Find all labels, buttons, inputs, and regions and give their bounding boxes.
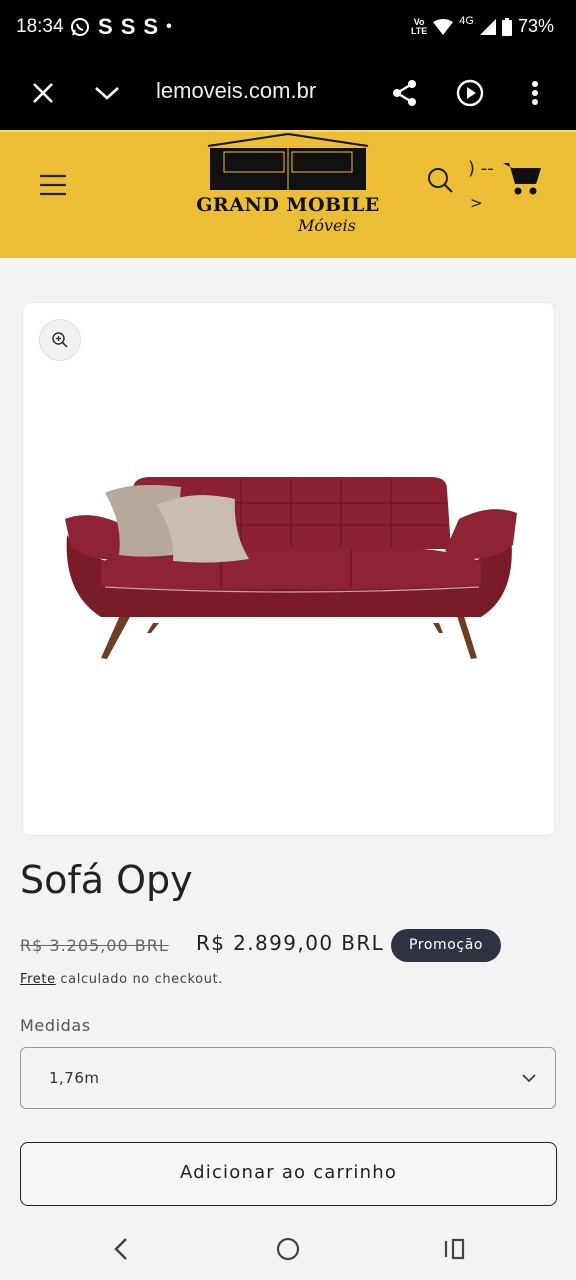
- zoom-button[interactable]: [39, 319, 81, 361]
- status-right-icons: Vo LTE 4G 73%: [410, 14, 554, 37]
- system-nav-bar: [0, 1218, 576, 1280]
- price-row: R$ 3.205,00 BRL R$ 2.899,00 BRL Promoção: [20, 928, 560, 964]
- recent-apps-icon[interactable]: [440, 1234, 470, 1264]
- menu-icon[interactable]: [40, 172, 66, 198]
- notification-s-1: S: [98, 14, 113, 39]
- option-label: Medidas: [20, 1016, 91, 1035]
- url-bar[interactable]: lemoveis.com.br: [156, 78, 316, 104]
- sale-price: R$ 2.899,00 BRL: [196, 931, 385, 955]
- product-title: Sofá Opy: [20, 858, 193, 902]
- signal-icon: [479, 18, 496, 35]
- product-image-card[interactable]: [22, 302, 555, 836]
- add-to-cart-button[interactable]: Adicionar ao carrinho: [20, 1142, 557, 1206]
- shipping-policy-link[interactable]: Frete: [20, 972, 56, 987]
- brand-subtitle: Móveis: [298, 216, 356, 235]
- browser-toolbar: lemoveis.com.br: [0, 56, 576, 130]
- site-header: GRAND MOBILE Móveis ) -- >: [0, 130, 576, 258]
- network-type: 4G: [459, 14, 474, 27]
- shipping-note: Frete calculado no checkout.: [20, 972, 223, 987]
- product-page: Sofá Opy R$ 3.205,00 BRL R$ 2.899,00 BRL…: [0, 258, 576, 1218]
- share-icon[interactable]: [390, 78, 420, 108]
- brand-name: GRAND MOBILE: [196, 194, 380, 216]
- close-icon[interactable]: [28, 78, 58, 108]
- status-time: 18:34: [16, 16, 64, 37]
- cart-glyphs: ) --: [468, 158, 494, 179]
- more-menu-icon[interactable]: [520, 78, 550, 108]
- search-icon[interactable]: [426, 166, 454, 198]
- play-icon[interactable]: [455, 78, 485, 108]
- notification-s-3: S: [143, 14, 159, 39]
- notification-icons: S S S •: [70, 14, 172, 40]
- status-bar: 18:34 S S S • Vo LTE 4G 73%: [0, 0, 576, 56]
- home-icon[interactable]: [273, 1234, 303, 1264]
- regular-price: R$ 3.205,00 BRL: [20, 936, 169, 955]
- notification-dot: •: [166, 18, 172, 35]
- cart-icon[interactable]: [502, 160, 542, 200]
- shipping-text: calculado no checkout.: [55, 972, 223, 987]
- whatsapp-icon: [71, 18, 89, 36]
- battery-icon: [501, 17, 512, 36]
- size-select[interactable]: 1,76m: [20, 1047, 556, 1109]
- battery-level: 73%: [517, 16, 554, 36]
- chevron-down-icon[interactable]: [92, 78, 122, 108]
- zoom-in-icon: [52, 332, 68, 348]
- size-select-value: 1,76m: [49, 1069, 100, 1087]
- sale-badge: Promoção: [391, 929, 502, 962]
- notification-s-2: S: [120, 14, 136, 39]
- cart-arrow: >: [470, 194, 483, 212]
- site-logo[interactable]: GRAND MOBILE Móveis: [188, 132, 388, 242]
- back-icon[interactable]: [106, 1234, 136, 1264]
- sofa-product-image: [65, 477, 517, 659]
- volte-icon: Vo LTE: [410, 16, 428, 36]
- chevron-down-icon: [522, 1074, 536, 1083]
- sofa-logo-icon: [207, 132, 369, 190]
- wifi-icon: [433, 18, 454, 35]
